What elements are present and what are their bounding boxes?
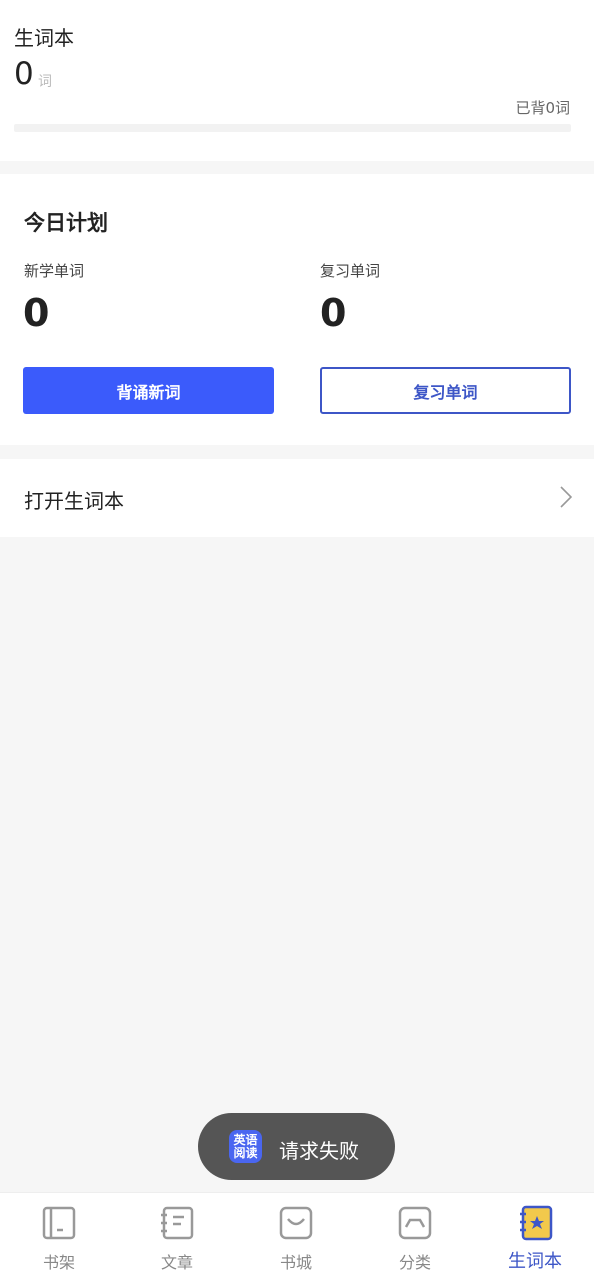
- nav-item-vocab-book[interactable]: 生词本: [476, 1193, 594, 1281]
- nav-item-bookshelf[interactable]: 书架: [0, 1193, 118, 1281]
- nav-label: 书城: [279, 1253, 312, 1272]
- new-words-label: 新学单词: [24, 262, 85, 280]
- nav-label: 分类: [398, 1253, 431, 1272]
- vocab-summary-card: 生词本 0 词 已背0词: [0, 0, 594, 161]
- nav-label: 生词本: [508, 1251, 562, 1272]
- nav-item-article[interactable]: 文章: [118, 1193, 236, 1281]
- nav-label: 书架: [42, 1253, 75, 1272]
- bottom-nav: 书架 文章 书城 分类 生词本: [0, 1192, 594, 1281]
- vocab-progress-bar: [14, 124, 571, 132]
- memorized-count: 已背0词: [515, 99, 570, 117]
- bookshelf-icon: [42, 1206, 76, 1240]
- article-icon: [161, 1206, 194, 1240]
- nav-item-bookstore[interactable]: 书城: [237, 1193, 355, 1281]
- vocab-book-icon: [520, 1205, 553, 1241]
- review-words-button[interactable]: 复习单词: [320, 367, 571, 414]
- today-plan-card: 今日计划 新学单词 0 复习单词 0 背诵新词 复习单词: [0, 174, 594, 445]
- vocab-count-unit: 词: [38, 74, 52, 90]
- nav-item-category[interactable]: 分类: [356, 1193, 474, 1281]
- toast: 英语 阅读 请求失败: [198, 1113, 395, 1180]
- nav-label: 文章: [160, 1253, 193, 1272]
- review-words-count: 0: [320, 291, 347, 335]
- plan-title: 今日计划: [24, 211, 108, 235]
- chevron-right-icon: [560, 486, 573, 512]
- open-vocab-book-label: 打开生词本: [24, 489, 124, 513]
- vocab-count: 0: [14, 56, 34, 92]
- open-vocab-book-row[interactable]: 打开生词本: [0, 459, 594, 537]
- toast-message: 请求失败: [279, 1139, 359, 1163]
- bookstore-icon: [279, 1206, 313, 1240]
- review-words-label: 复习单词: [320, 262, 381, 280]
- recite-new-words-button[interactable]: 背诵新词: [23, 367, 274, 414]
- app-logo-icon: 英语 阅读: [229, 1130, 262, 1163]
- new-words-count: 0: [23, 291, 50, 335]
- vocab-title: 生词本: [14, 26, 74, 50]
- category-icon: [398, 1206, 432, 1240]
